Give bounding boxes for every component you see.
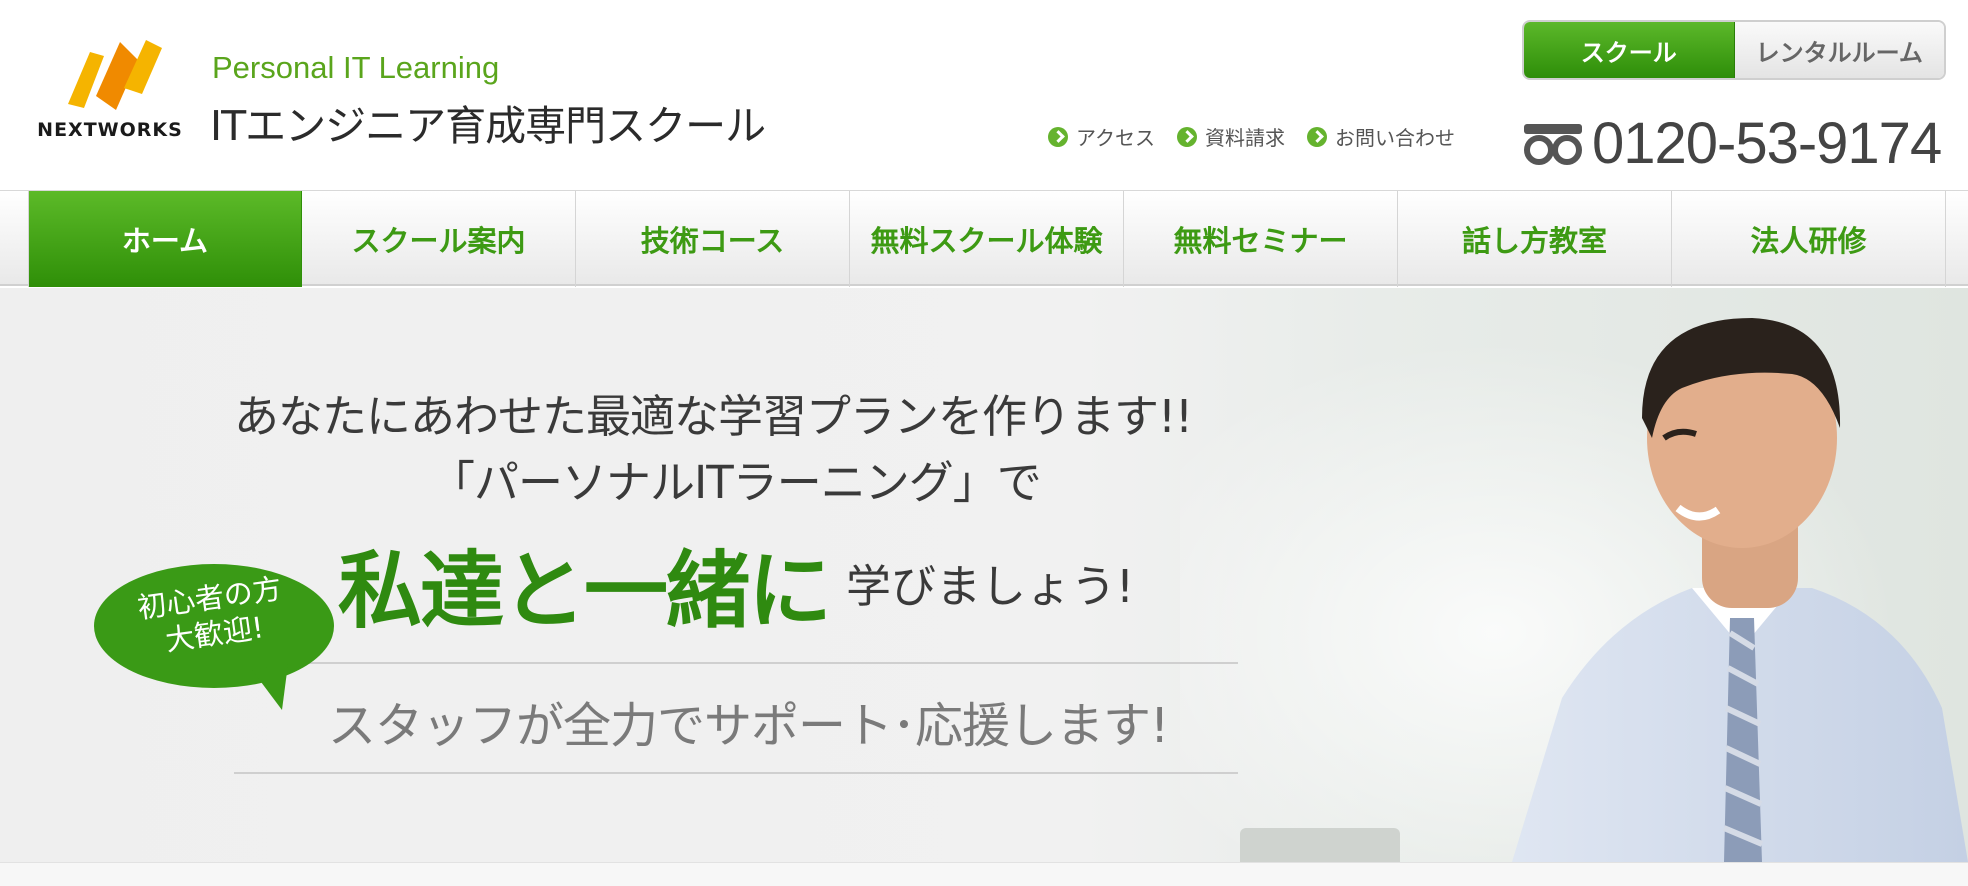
hero-background-desk [1240, 828, 1400, 862]
global-nav: ホーム スクール案内 技術コース 無料スクール体験 無料セミナー 話し方教室 法… [0, 190, 1968, 287]
nextworks-logo-mark-icon [68, 40, 162, 110]
site-header: NEXTWORKS Personal IT Learning ITエンジニア育成… [0, 0, 1968, 190]
chevron-right-icon [1048, 126, 1068, 147]
rental-room-switch-button[interactable]: レンタルルーム [1734, 22, 1944, 78]
logo-wordmark: NEXTWORKS [37, 119, 183, 141]
chevron-right-icon [1307, 126, 1327, 147]
nav-item-free-seminar[interactable]: 無料セミナー [1124, 191, 1398, 287]
hero-headline: 私達と一緒に [338, 542, 832, 640]
contact-link-label: お問い合わせ [1335, 126, 1455, 150]
freedial-icon [1524, 123, 1582, 165]
site-title: ITエンジニア育成専門スクール [210, 102, 766, 150]
nav-item-free-trial[interactable]: 無料スクール体験 [850, 191, 1124, 287]
divider [234, 662, 1238, 664]
utility-links: アクセス 資料請求 お問い合わせ [1048, 122, 1455, 151]
nav-item-home[interactable]: ホーム [28, 191, 302, 287]
access-link[interactable]: アクセス [1048, 122, 1155, 151]
phone-number: 0120-53-9174 [1592, 111, 1942, 176]
hero-headline-suffix: 学びましょう! [846, 560, 1135, 613]
hero-support-text: スタッフが全力でサポート･応援します! [328, 698, 1169, 754]
nav-item-school-guide[interactable]: スクール案内 [302, 191, 576, 287]
tagline: Personal IT Learning [212, 50, 500, 85]
nav-item-tech-courses[interactable]: 技術コース [576, 191, 850, 287]
divider [234, 772, 1238, 774]
contact-link[interactable]: お問い合わせ [1307, 122, 1455, 151]
request-materials-link-label: 資料請求 [1205, 126, 1285, 150]
chevron-right-icon [1177, 126, 1197, 147]
site-switcher: スクール レンタルルーム [1522, 20, 1946, 80]
hero-banner[interactable]: あなたにあわせた最適な学習プランを作ります!! 「パーソナルITラーニング」で … [0, 288, 1968, 862]
school-switch-button[interactable]: スクール [1524, 22, 1735, 78]
request-materials-link[interactable]: 資料請求 [1177, 122, 1285, 151]
hero-lead-line: あなたにあわせた最適な学習プランを作ります!! [234, 390, 1193, 443]
smiling-man-photo [1512, 318, 1968, 862]
hero-sub-line: 「パーソナルITラーニング」で [430, 456, 1042, 509]
phone-contact[interactable]: 0120-53-9174 [1522, 110, 1942, 177]
nav-item-corporate-training[interactable]: 法人研修 [1672, 191, 1946, 287]
logo[interactable]: NEXTWORKS [24, 34, 196, 146]
access-link-label: アクセス [1076, 126, 1155, 150]
content-divider-strip [0, 862, 1968, 886]
nav-item-speaking-class[interactable]: 話し方教室 [1398, 191, 1672, 287]
